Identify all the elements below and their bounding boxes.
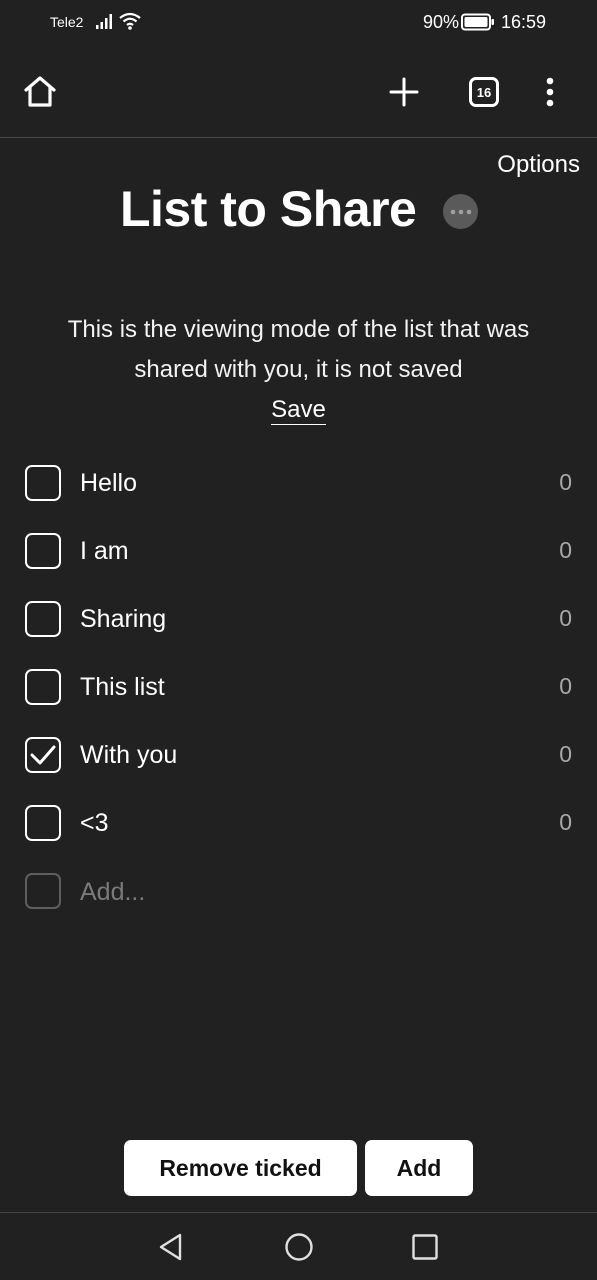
list-item: Hello 0 [0,450,597,518]
nav-recent-button[interactable] [395,1213,455,1280]
plus-icon [389,77,419,107]
add-item-checkbox [25,873,61,909]
item-list: Hello 0 I am 0 Sharing 0 This list 0 Wit… [0,450,597,926]
page-title: List to Share [120,181,417,237]
title-more-button[interactable] [443,194,478,229]
list-item: Sharing 0 [0,586,597,654]
viewing-mode-notice: This is the viewing mode of the list tha… [20,310,577,390]
item-checkbox[interactable] [25,533,61,569]
more-horizontal-icon [450,209,471,214]
item-label[interactable]: I am [80,537,129,566]
save-link-row: Save [0,390,597,430]
item-count: 0 [559,537,572,563]
home-icon [24,76,56,107]
item-label[interactable]: Sharing [80,605,166,634]
item-checkbox[interactable] [25,669,61,705]
add-button[interactable]: Add [365,1140,473,1196]
item-count: 0 [559,673,572,699]
nav-back-button[interactable] [141,1213,201,1280]
new-tab-button[interactable] [382,46,426,138]
system-nav-bar [0,1212,597,1280]
add-item-row [0,858,597,926]
list-item: I am 0 [0,518,597,586]
add-item-input[interactable] [80,874,560,910]
carrier-label: Tele2 [50,14,84,30]
options-link[interactable]: Options [497,151,580,179]
save-link[interactable]: Save [271,396,326,425]
tab-count-label: 16 [476,84,492,100]
item-checkbox-checked[interactable] [25,737,61,773]
item-count: 0 [559,741,572,767]
item-label[interactable]: With you [80,741,177,770]
signal-icon [96,12,116,35]
item-count: 0 [559,605,572,631]
more-vertical-icon [546,77,554,107]
item-label[interactable]: This list [80,673,165,702]
item-checkbox[interactable] [25,601,61,637]
home-circle-icon [285,1233,313,1261]
remove-ticked-button[interactable]: Remove ticked [124,1140,357,1196]
status-bar: Tele2 90% 16:59 [0,0,597,46]
home-button[interactable] [18,46,62,138]
browser-menu-button[interactable] [530,46,570,138]
item-count: 0 [559,809,572,835]
notice-line-1: This is the viewing mode of the list tha… [67,316,530,343]
browser-toolbar: 16 [0,46,597,138]
back-triangle-icon [159,1233,182,1261]
nav-home-button[interactable] [269,1213,329,1280]
item-checkbox[interactable] [25,805,61,841]
notice-line-2: shared with you, it is not saved [134,356,463,383]
wifi-icon [119,11,141,36]
recent-apps-icon [412,1234,438,1260]
tab-switcher-button[interactable]: 16 [462,46,506,138]
list-item: <3 0 [0,790,597,858]
tabs-icon: 16 [469,77,499,107]
title-row: List to Share [0,180,597,244]
item-count: 0 [559,469,572,495]
checkmark-icon [30,745,56,765]
item-checkbox[interactable] [25,465,61,501]
list-item: This list 0 [0,654,597,722]
item-label[interactable]: <3 [80,809,109,838]
item-label[interactable]: Hello [80,469,137,498]
clock: 16:59 [501,12,547,32]
list-item: With you 0 [0,722,597,790]
battery-percent: 90% [423,12,460,32]
battery-icon [461,13,495,36]
